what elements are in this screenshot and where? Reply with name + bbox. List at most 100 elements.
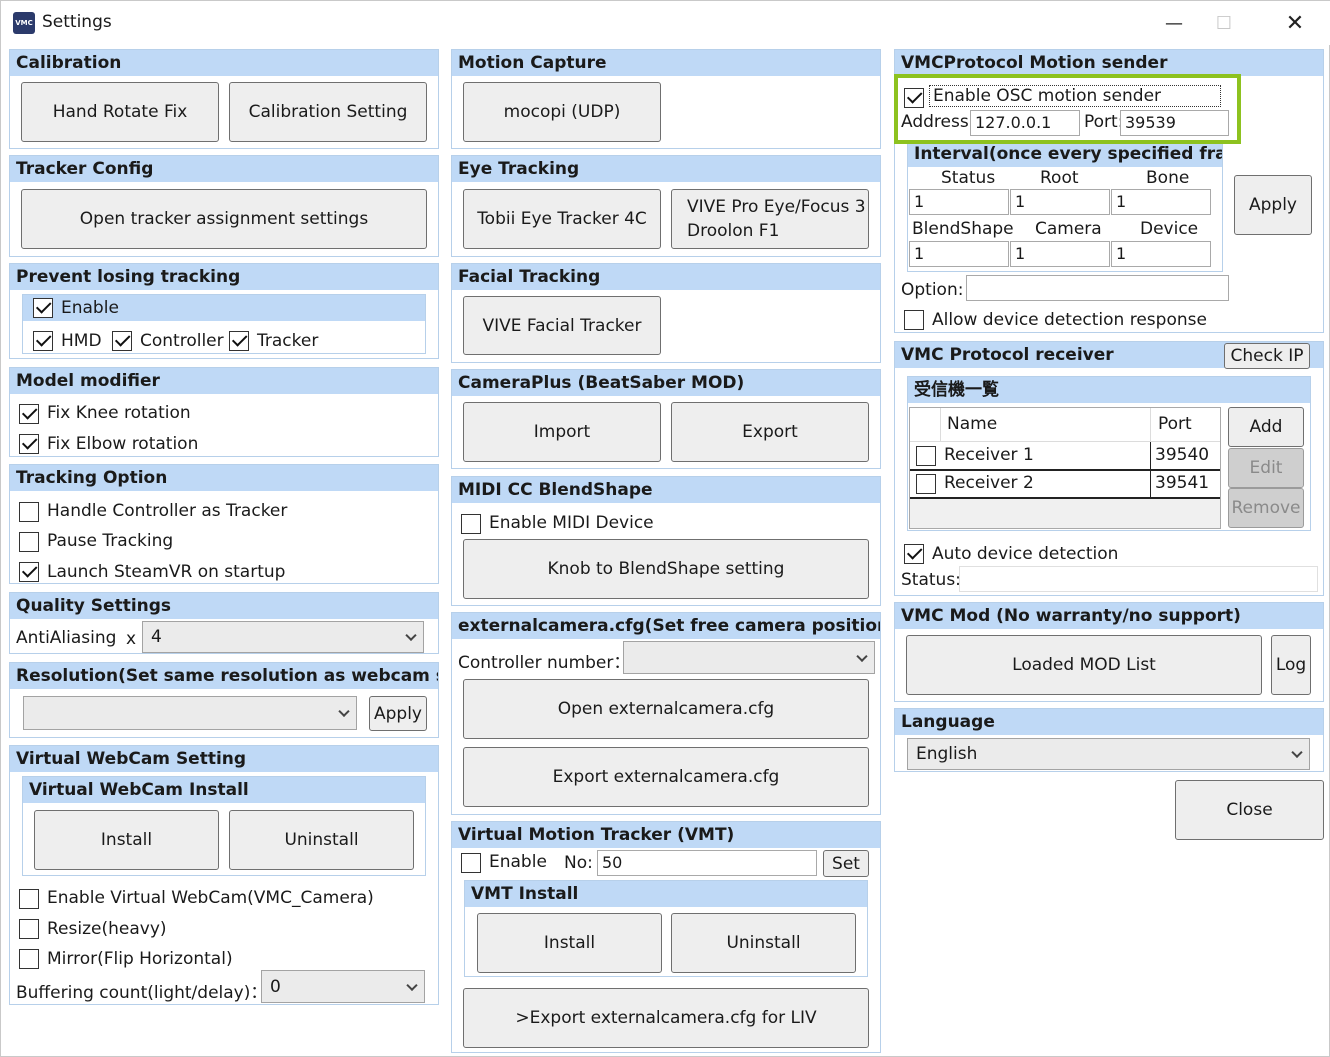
table-row[interactable]: Receiver 2 39541 — [910, 471, 1220, 499]
buffering-select[interactable]: 0 — [261, 970, 425, 1003]
blendshape-interval-input[interactable]: 1 — [909, 241, 1009, 267]
resolution-select[interactable] — [23, 696, 357, 730]
loaded-mod-list-button[interactable]: Loaded MOD List — [906, 635, 1262, 695]
close-button[interactable]: Close — [1175, 780, 1324, 840]
auto-detection-checkbox[interactable] — [904, 544, 924, 564]
fix-knee-checkbox[interactable] — [19, 404, 39, 424]
vmt-no-input[interactable]: 50 — [597, 850, 817, 876]
export-liv-button[interactable]: >Export externalcamera.cfg for LIV — [463, 988, 869, 1048]
webcam-uninstall-button[interactable]: Uninstall — [229, 810, 414, 870]
col-port-header: Port — [1158, 414, 1192, 434]
launch-steamvr-checkbox[interactable] — [19, 562, 39, 582]
antialiasing-value: 4 — [151, 627, 162, 647]
cameraplus-group: CameraPlus (BeatSaber MOD) Import Export — [451, 369, 881, 469]
hand-rotate-fix-button[interactable]: Hand Rotate Fix — [21, 82, 219, 142]
receiver-1-checkbox[interactable] — [916, 446, 936, 466]
knob-blendshape-button[interactable]: Knob to BlendShape setting — [463, 539, 869, 599]
mocopi-button[interactable]: mocopi (UDP) — [463, 82, 661, 142]
receiver-2-checkbox[interactable] — [916, 474, 936, 494]
virtual-webcam-install-header: Virtual WebCam Install — [23, 777, 425, 803]
status-interval-input[interactable]: 1 — [909, 189, 1009, 215]
controller-checkbox[interactable] — [112, 331, 132, 351]
fix-elbow-label: Fix Elbow rotation — [47, 434, 199, 454]
receiver-2-port: 39541 — [1155, 473, 1210, 493]
close-icon: ✕ — [1285, 10, 1305, 36]
maximize-button[interactable]: ☐ — [1201, 1, 1247, 45]
chevron-down-icon — [338, 705, 350, 718]
export-externalcamera-button[interactable]: Export externalcamera.cfg — [463, 747, 869, 807]
cameraplus-import-button[interactable]: Import — [463, 402, 661, 462]
hmd-checkbox[interactable] — [33, 331, 53, 351]
cameraplus-export-button[interactable]: Export — [671, 402, 869, 462]
settings-window: VMC Settings — ☐ ✕ Calibration Hand Rota… — [0, 0, 1330, 1057]
language-group: Language English — [894, 708, 1324, 772]
calibration-header: Calibration — [10, 50, 438, 76]
hmd-label: HMD — [61, 331, 102, 351]
receiver-status-field — [959, 566, 1318, 592]
table-row[interactable]: Receiver 1 39540 — [910, 442, 1220, 471]
log-button[interactable]: Log — [1271, 635, 1311, 695]
handle-controller-label: Handle Controller as Tracker — [47, 501, 288, 521]
vmc-mod-header: VMC Mod (No warranty/no support) — [895, 603, 1323, 629]
open-externalcamera-button[interactable]: Open externalcamera.cfg — [463, 679, 869, 739]
pause-tracking-checkbox[interactable] — [19, 532, 39, 552]
tracker-checkbox[interactable] — [229, 331, 249, 351]
receiver-list-header: 受信機一覧 — [908, 377, 1310, 403]
resize-checkbox[interactable] — [19, 919, 39, 939]
enable-virtual-webcam-checkbox[interactable] — [19, 889, 39, 909]
bone-interval-label: Bone — [1146, 168, 1190, 188]
vive-facial-tracker-button[interactable]: VIVE Facial Tracker — [463, 296, 661, 355]
root-interval-input[interactable]: 1 — [1010, 189, 1110, 215]
option-input[interactable] — [966, 275, 1229, 301]
device-interval-input[interactable]: 1 — [1111, 241, 1211, 267]
close-window-button[interactable]: ✕ — [1272, 1, 1318, 45]
root-interval-label: Root — [1040, 168, 1079, 188]
vmt-set-button[interactable]: Set — [823, 850, 869, 877]
chevron-down-icon — [856, 650, 868, 662]
antialiasing-select[interactable]: 4 — [142, 621, 424, 653]
prevent-enable-checkbox[interactable] — [33, 298, 53, 318]
resolution-group: Resolution(Set same resolution as webcam… — [9, 662, 439, 738]
col-name-header: Name — [947, 414, 998, 434]
sender-apply-button[interactable]: Apply — [1234, 175, 1312, 235]
app-icon: VMC — [13, 12, 35, 34]
vmt-enable-checkbox[interactable] — [461, 853, 481, 873]
antialiasing-label: AntiAliasing — [16, 628, 117, 648]
status-interval-label: Status — [941, 168, 996, 188]
vmt-uninstall-button[interactable]: Uninstall — [671, 913, 856, 973]
webcam-install-button[interactable]: Install — [34, 810, 219, 870]
vmt-header: Virtual Motion Tracker (VMT) — [452, 822, 880, 848]
minimize-button[interactable]: — — [1151, 1, 1197, 45]
vmt-install-button[interactable]: Install — [477, 913, 662, 973]
model-modifier-header: Model modifier — [10, 368, 438, 394]
bone-interval-input[interactable]: 1 — [1111, 189, 1211, 215]
enable-virtual-webcam-label: Enable Virtual WebCam(VMC_Camera) — [47, 888, 374, 908]
vmt-enable-label: Enable — [489, 852, 547, 872]
receiver-remove-button[interactable]: Remove — [1228, 488, 1304, 528]
chevron-down-icon — [1291, 746, 1303, 759]
tobii-button[interactable]: Tobii Eye Tracker 4C — [463, 189, 661, 249]
receiver-add-button[interactable]: Add — [1228, 407, 1304, 447]
receiver-edit-button[interactable]: Edit — [1228, 448, 1304, 488]
resolution-apply-button[interactable]: Apply — [369, 696, 427, 731]
fix-elbow-checkbox[interactable] — [19, 434, 39, 454]
calibration-setting-button[interactable]: Calibration Setting — [229, 82, 427, 142]
tracking-option-group: Tracking Option Handle Controller as Tra… — [9, 464, 439, 584]
enable-midi-checkbox[interactable] — [461, 514, 481, 534]
language-select[interactable]: English — [907, 738, 1310, 770]
buffering-value: 0 — [270, 976, 281, 997]
open-tracker-assignment-button[interactable]: Open tracker assignment settings — [21, 189, 427, 249]
controller-number-select[interactable] — [623, 641, 875, 674]
externalcamera-header: externalcamera.cfg(Set free camera posit… — [452, 613, 880, 639]
allow-detection-checkbox[interactable] — [904, 310, 924, 330]
enable-midi-label: Enable MIDI Device — [489, 513, 654, 533]
prevent-enable-label: Enable — [61, 298, 119, 318]
receiver-status-label: Status: — [901, 570, 961, 590]
handle-controller-checkbox[interactable] — [19, 502, 39, 522]
receiver-1-name: Receiver 1 — [944, 445, 1034, 465]
camera-interval-input[interactable]: 1 — [1010, 241, 1110, 267]
vive-pro-eye-button[interactable]: VIVE Pro Eye/Focus 3 Droolon F1 — [671, 189, 869, 249]
check-ip-button[interactable]: Check IP — [1224, 343, 1310, 369]
pause-tracking-label: Pause Tracking — [47, 531, 174, 551]
mirror-checkbox[interactable] — [19, 949, 39, 969]
